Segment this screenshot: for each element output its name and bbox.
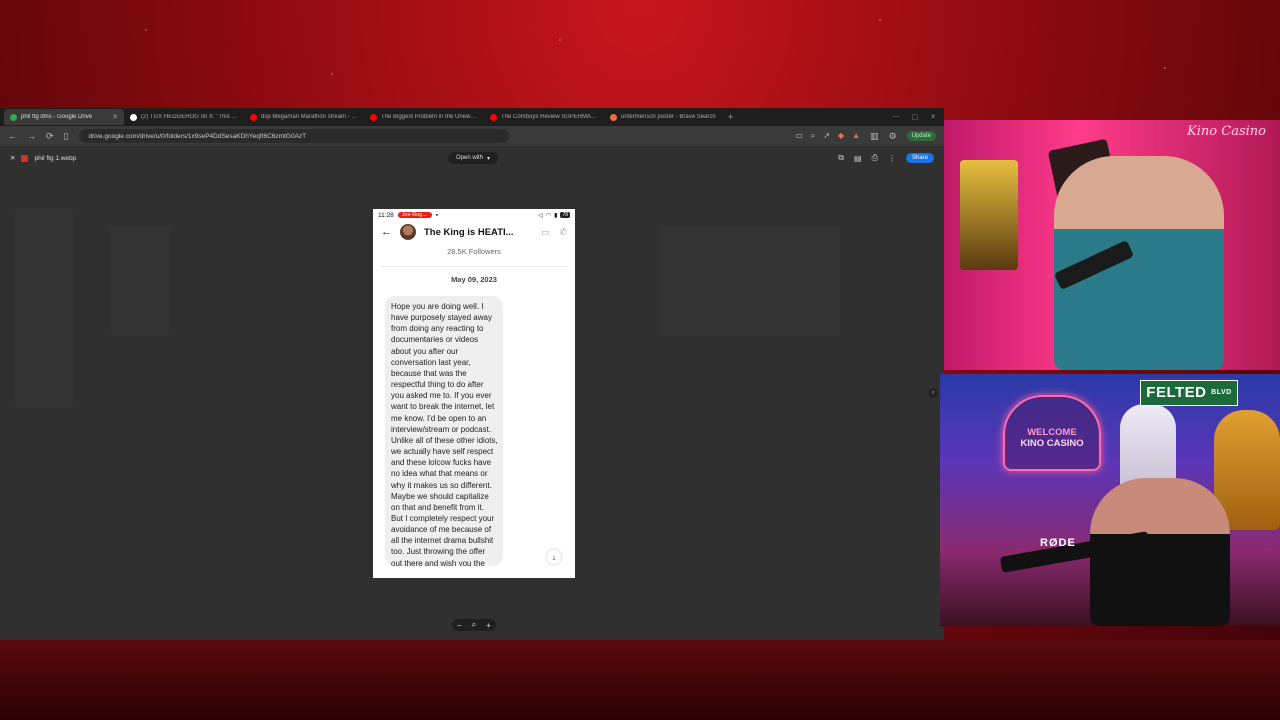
chat-name: The King is HEATI... <box>424 226 514 238</box>
background-drive-list-left <box>110 226 170 336</box>
tab-title: The Comboys Review SUPERMAN (I… <box>501 114 598 120</box>
file-name: phil ftg 1.webp <box>34 154 77 162</box>
scroll-down-icon: ↓ <box>547 550 561 564</box>
minimize-icon[interactable]: — <box>893 113 900 121</box>
chat-header: ← The King is HEATI... ▭ ✆ <box>373 221 575 243</box>
brave-rewards-icon[interactable]: ▲ <box>852 131 860 141</box>
reload-icon[interactable]: ⟳ <box>46 131 54 142</box>
battery-level: 78 <box>560 212 570 218</box>
toolbar-icons: ▭ ⌕ ↗ ◆ ▲ <box>795 131 860 141</box>
brave-favicon-icon <box>610 113 617 121</box>
tab-youtube-megaman[interactable]: dsp Megaman Marathon stream - Y… <box>244 109 364 125</box>
tab-bar: phil ftg dms - Google Drive ✕ (2) TGX HE… <box>0 108 944 126</box>
url-input[interactable]: drive.google.com/drive/u/0/folders/1x9se… <box>78 129 509 143</box>
status-time: 11:28 <box>378 211 394 219</box>
x-favicon-icon <box>130 113 137 121</box>
neon-logo: Kino Casino <box>1187 124 1266 139</box>
webcam-host-1: Kino Casino <box>944 120 1280 370</box>
zoom-in-icon[interactable]: + <box>486 621 491 630</box>
background-drive-list-right <box>660 226 840 336</box>
maximize-icon[interactable]: ▢ <box>912 113 919 121</box>
message-bubble: Hope you are doing well. I have purposel… <box>385 296 503 566</box>
divider <box>381 266 567 267</box>
forward-icon[interactable]: → <box>27 131 36 141</box>
extensions-icon[interactable]: ⚙ <box>889 131 897 142</box>
more-icon[interactable]: ⋮ <box>888 154 896 163</box>
youtube-favicon-icon <box>490 113 497 121</box>
chat-actions: ▭ ✆ <box>541 227 567 238</box>
add-to-drive-icon[interactable]: ⧉ <box>838 153 844 163</box>
zoom-controls: − ⌕ + <box>452 619 496 631</box>
comment-icon[interactable]: ▤ <box>854 154 862 163</box>
zoom-out-icon[interactable]: − <box>457 621 462 630</box>
phone-status-bar: 11:28 Joe Rog… ▪ ◁ ◠ ▮ 78 <box>373 209 575 221</box>
tab-title: The Biggest Problem in the Universe <box>381 114 478 120</box>
print-icon[interactable]: ⎙ <box>872 153 878 163</box>
tab-x-post[interactable]: (2) TGX HEDGEHOG on X: "This is a… <box>124 109 244 125</box>
new-tab-icon[interactable]: + <box>728 112 733 122</box>
back-arrow-icon: ← <box>381 226 392 238</box>
file-viewer-bar: ✕ phil ftg 1.webp Open with ▾ ⧉ ▤ ⎙ ⋮ Sh… <box>0 146 944 170</box>
street-sign: FELTED BLVD <box>1140 380 1238 406</box>
sign-name: KINO CASINO <box>1020 438 1084 449</box>
share-page-icon[interactable]: ↗ <box>823 131 830 141</box>
back-icon[interactable]: ← <box>8 131 17 141</box>
mic-brand: RØDE <box>1040 537 1076 549</box>
live-badge: Joe Rog… <box>397 212 432 218</box>
window-controls: — ▢ ✕ <box>893 113 945 121</box>
tab-youtube-universe[interactable]: The Biggest Problem in the Universe <box>364 109 484 125</box>
slot-machine <box>960 160 1018 270</box>
avatar <box>400 224 416 240</box>
tab-title: phil ftg dms - Google Drive <box>21 114 93 120</box>
address-bar-row: ← → ⟳ ▯ drive.google.com/drive/u/0/folde… <box>0 126 944 146</box>
status-icons: ◁ ◠ ▮ 78 <box>538 212 570 219</box>
video-call-icon: ▭ <box>540 226 550 237</box>
brave-shield-icon[interactable]: ◆ <box>838 131 844 141</box>
tab-google-drive[interactable]: phil ftg dms - Google Drive ✕ <box>4 109 124 125</box>
dm-screenshot: 11:28 Joe Rog… ▪ ◁ ◠ ▮ 78 ← The King is … <box>373 209 575 578</box>
share-button[interactable]: Share <box>905 153 934 163</box>
webcam-host-2 <box>940 374 1280 626</box>
zoom-icon[interactable]: ⌕ <box>811 131 815 141</box>
open-with-button[interactable]: Open with ▾ <box>448 152 499 164</box>
sign-welcome: WELCOME <box>1027 427 1077 438</box>
tab-brave-search[interactable]: untermensch poster - Brave Search <box>604 109 724 125</box>
next-file-icon[interactable]: › <box>928 388 938 398</box>
viewer-actions: ⧉ ▤ ⎙ ⋮ Share <box>838 153 934 163</box>
background-drive-sidebar <box>14 208 74 408</box>
youtube-favicon-icon <box>370 113 377 121</box>
bookmark-icon[interactable]: ▯ <box>64 131 69 142</box>
drive-favicon-icon <box>10 113 17 121</box>
wifi-icon: ◠ <box>545 212 552 219</box>
close-tab-icon[interactable]: ✕ <box>112 113 118 121</box>
follower-count: 28.5K Followers <box>447 247 501 256</box>
street-suffix: BLVD <box>1211 389 1232 396</box>
tab-title: untermensch poster - Brave Search <box>621 114 716 120</box>
viewer-file-info: ✕ phil ftg 1.webp <box>10 154 76 162</box>
update-button[interactable]: Update <box>906 131 936 141</box>
signal-icon: ▮ <box>554 212 558 219</box>
mute-icon: ◁ <box>538 212 543 219</box>
screen-icon[interactable]: ▭ <box>795 131 803 141</box>
phone-call-icon: ✆ <box>559 226 567 237</box>
image-file-icon <box>21 154 29 162</box>
street-name: FELTED <box>1146 384 1207 401</box>
message-date: May 09, 2023 <box>451 275 497 284</box>
youtube-favicon-icon <box>250 113 257 121</box>
notification-icon: ▪ <box>435 211 439 219</box>
sidebar-toggle-icon[interactable]: ▥ <box>870 131 879 142</box>
zoom-reset-icon[interactable]: ⌕ <box>472 620 476 630</box>
chevron-down-icon: ▾ <box>487 155 491 162</box>
stream-bottom-band <box>0 640 1280 720</box>
open-with-label: Open with <box>456 155 484 161</box>
casino-sign: WELCOME KINO CASINO <box>1003 395 1101 471</box>
tab-title: dsp Megaman Marathon stream - Y… <box>261 114 358 120</box>
close-window-icon[interactable]: ✕ <box>930 113 936 121</box>
tab-youtube-superman[interactable]: The Comboys Review SUPERMAN (I… <box>484 109 604 125</box>
close-viewer-icon[interactable]: ✕ <box>10 154 15 162</box>
tab-title: (2) TGX HEDGEHOG on X: "This is a… <box>141 114 238 120</box>
